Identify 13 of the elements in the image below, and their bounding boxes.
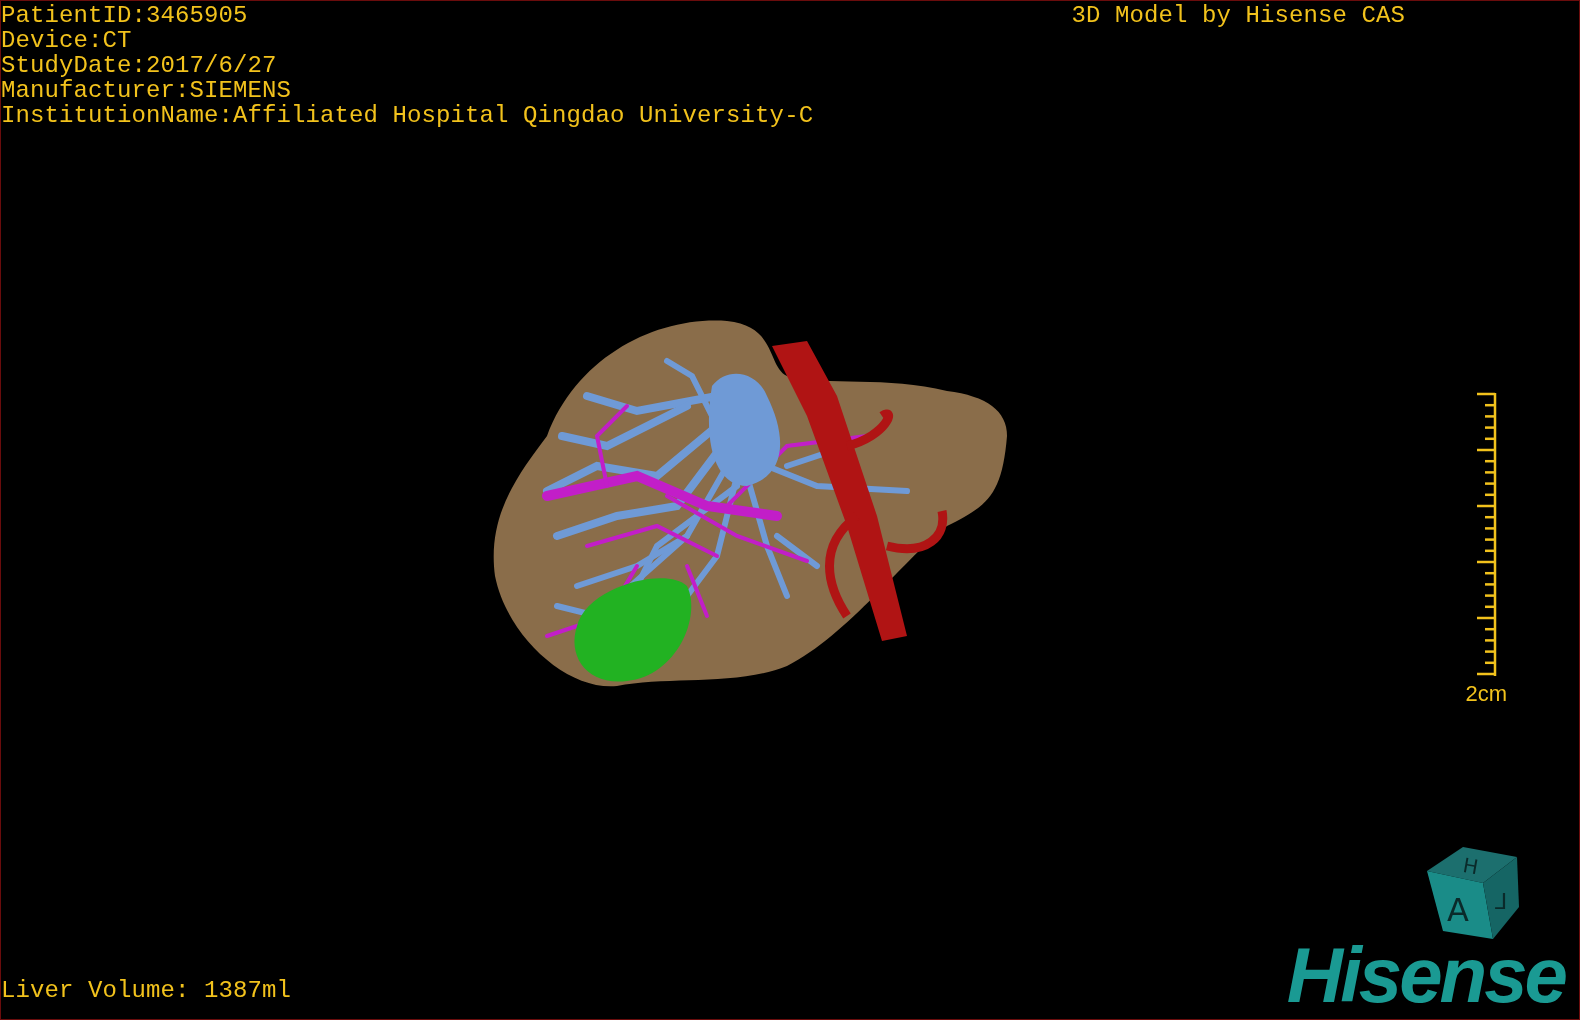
patient-info-text: Device:CT: [1, 28, 133, 53]
patient-info-text: Manufacturer:SIEMENS: [1, 78, 293, 103]
liver-volume-text: Liver Volume: 1387ml: [1, 978, 292, 1003]
cube-face-letter: A: [1447, 891, 1469, 929]
patient-info-text: PatientID:3465905: [1, 3, 249, 28]
orientation-cube-drawing[interactable]: [1427, 847, 1519, 939]
patient-info-text: StudyDate:2017/6/27: [1, 53, 278, 78]
viewer-title: 3D Model by Hisense CAS: [1071, 3, 1405, 28]
cube-face-letter: H: [1461, 853, 1481, 880]
scale-label: 2cm: [1465, 682, 1507, 706]
brand-logo: Hisense: [1286, 941, 1567, 1009]
cube-face-letter: ⅃: [1495, 889, 1508, 914]
patient-info-text: InstitutionName:Affiliated Hospital Qingdao University-C: [1, 103, 814, 128]
